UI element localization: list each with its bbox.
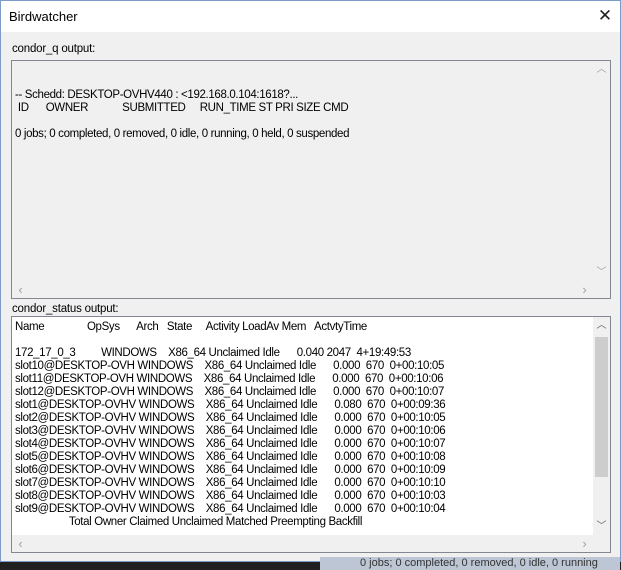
scroll-left-icon[interactable]: ‹ bbox=[12, 535, 29, 552]
birdwatcher-window: Birdwatcher ✕ condor_q output: -- Schedd… bbox=[0, 0, 621, 562]
output-line: slot9@DESKTOP-OVHV WINDOWS X86_64 Unclai… bbox=[15, 503, 446, 515]
output-line: -- Schedd: DESKTOP-OVHV440 : <192.168.0.… bbox=[15, 89, 299, 101]
output-line: slot2@DESKTOP-OVHV WINDOWS X86_64 Unclai… bbox=[15, 412, 446, 424]
condor-status-output[interactable]: Name OpSys Arch State Activity LoadAv Me… bbox=[11, 316, 611, 553]
close-icon[interactable]: ✕ bbox=[593, 5, 617, 27]
window-title: Birdwatcher bbox=[9, 9, 78, 24]
horizontal-scrollbar[interactable]: ‹ › bbox=[12, 281, 610, 298]
output-line: slot1@DESKTOP-OVHV WINDOWS X86_64 Unclai… bbox=[15, 399, 446, 411]
taskbar: 0 jobs; 0 completed, 0 removed, 0 idle, … bbox=[0, 557, 621, 570]
taskbar-preview-text: 0 jobs; 0 completed, 0 removed, 0 idle, … bbox=[320, 557, 620, 570]
vertical-scrollbar[interactable]: ︿ ﹀ bbox=[593, 61, 610, 281]
output-line: slot12@DESKTOP-OVH WINDOWS X86_64 Unclai… bbox=[15, 386, 445, 398]
scroll-down-icon[interactable]: ﹀ bbox=[593, 264, 610, 281]
output-line: slot4@DESKTOP-OVHV WINDOWS X86_64 Unclai… bbox=[15, 438, 446, 450]
vertical-scrollbar[interactable]: ︿ ﹀ bbox=[593, 317, 610, 535]
scroll-down-icon[interactable]: ﹀ bbox=[593, 518, 610, 535]
output-line: slot6@DESKTOP-OVHV WINDOWS X86_64 Unclai… bbox=[15, 464, 446, 476]
output-line: slot10@DESKTOP-OVH WINDOWS X86_64 Unclai… bbox=[15, 360, 445, 372]
scroll-right-icon[interactable]: › bbox=[576, 535, 593, 552]
scroll-right-icon[interactable]: › bbox=[576, 281, 593, 298]
scroll-up-icon[interactable]: ︿ bbox=[593, 317, 610, 334]
output-line: Total Owner Claimed Unclaimed Matched Pr… bbox=[15, 516, 363, 528]
output-line: slot8@DESKTOP-OVHV WINDOWS X86_64 Unclai… bbox=[15, 490, 446, 502]
horizontal-scrollbar[interactable]: ‹ › bbox=[12, 535, 610, 552]
output-line: 0 jobs; 0 completed, 0 removed, 0 idle, … bbox=[15, 128, 350, 140]
condor-status-text: Name OpSys Arch State Activity LoadAv Me… bbox=[15, 321, 446, 529]
output-line: slot3@DESKTOP-OVHV WINDOWS X86_64 Unclai… bbox=[15, 425, 446, 437]
output-line: slot7@DESKTOP-OVHV WINDOWS X86_64 Unclai… bbox=[15, 477, 446, 489]
scroll-thumb[interactable] bbox=[595, 337, 608, 477]
output-line: slot11@DESKTOP-OVH WINDOWS X86_64 Unclai… bbox=[15, 373, 444, 385]
scroll-up-icon[interactable]: ︿ bbox=[593, 61, 610, 78]
scroll-left-icon[interactable]: ‹ bbox=[12, 281, 29, 298]
output-line: slot5@DESKTOP-OVHV WINDOWS X86_64 Unclai… bbox=[15, 451, 446, 463]
condor-q-label: condor_q output: bbox=[12, 43, 96, 55]
condor-q-output[interactable]: -- Schedd: DESKTOP-OVHV440 : <192.168.0.… bbox=[11, 60, 611, 299]
condor-q-text: -- Schedd: DESKTOP-OVHV440 : <192.168.0.… bbox=[15, 63, 350, 141]
title-bar: Birdwatcher ✕ bbox=[1, 1, 620, 32]
output-line: ID OWNER SUBMITTED RUN_TIME ST PRI SIZE … bbox=[15, 102, 349, 114]
condor-status-label: condor_status output: bbox=[12, 303, 119, 315]
output-line: 172_17_0_3 WINDOWS X86_64 Unclaimed Idle… bbox=[15, 347, 411, 359]
output-line: Name OpSys Arch State Activity LoadAv Me… bbox=[15, 321, 367, 333]
